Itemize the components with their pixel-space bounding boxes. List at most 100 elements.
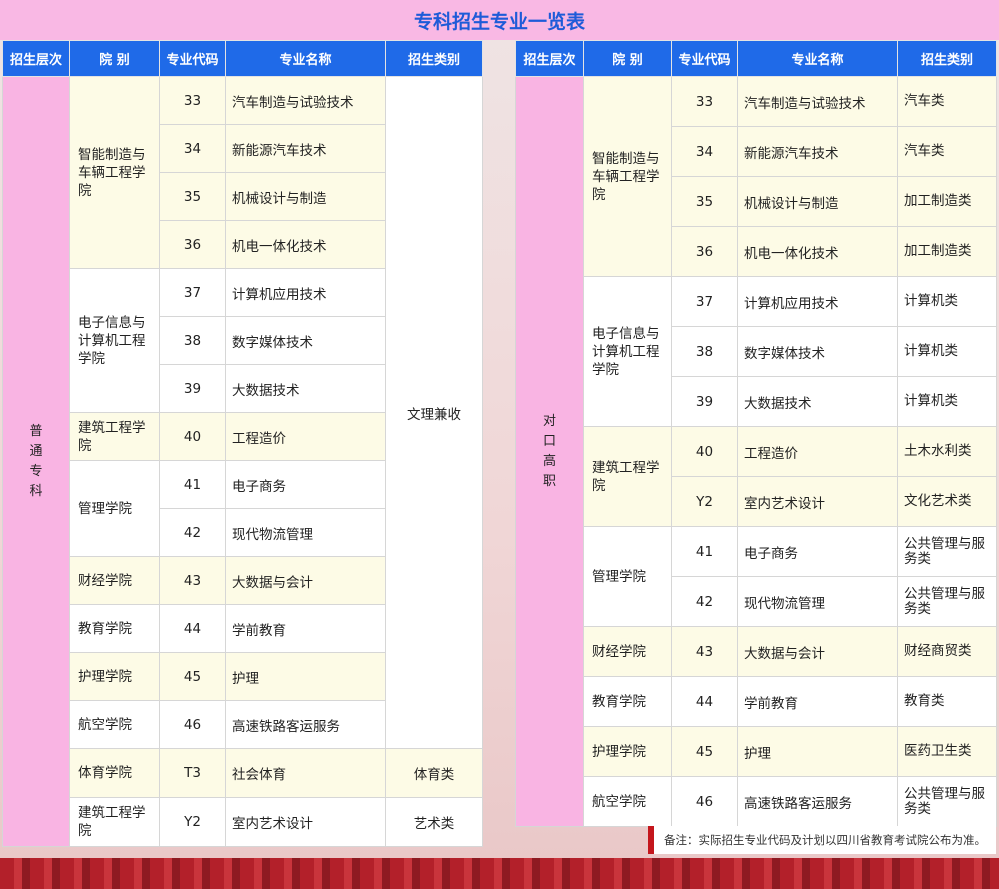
major-name: 护理 (225, 652, 386, 701)
header-category: 招生类别 (385, 40, 483, 77)
footnote: 备注：实际招生专业代码及计划以四川省教育考试院公布为准。 (648, 826, 996, 854)
major-code: 35 (159, 172, 226, 221)
major-code: 43 (159, 556, 226, 605)
major-name: 数字媒体技术 (737, 326, 898, 377)
category-cell: 计算机类 (897, 376, 997, 427)
major-name: 学前教育 (737, 676, 898, 727)
major-code: 42 (671, 576, 738, 627)
major-code: 36 (671, 226, 738, 277)
header-college: 院 别 (69, 40, 160, 77)
major-code: 35 (671, 176, 738, 227)
major-code: 37 (671, 276, 738, 327)
college-cell: 建筑工程学院 (69, 412, 160, 461)
college-cell: 电子信息与计算机工程学院 (583, 276, 672, 427)
category-cell: 文理兼收 (385, 76, 483, 749)
major-name: 电子商务 (737, 526, 898, 577)
college-cell: 财经学院 (583, 626, 672, 677)
major-name: 新能源汽车技术 (737, 126, 898, 177)
table-row: 建筑工程学院 40 工程造价 土木水利类 (516, 426, 997, 527)
vocational-table: 招生层次 院 别 专业代码 专业名称 招生类别 对口高职 智能制造与车辆工程学院… (515, 40, 997, 827)
major-name: 大数据技术 (225, 364, 386, 413)
major-name: 工程造价 (225, 412, 386, 461)
header-major: 专业名称 (225, 40, 386, 77)
general-college-table: 招生层次 院 别 专业代码 专业名称 招生类别 普通专科 智能制造与车辆工程学院… (2, 40, 483, 847)
level-cell: 对口高职 (515, 76, 584, 827)
table-row: 管理学院 41 电子商务 公共管理与服务类 (516, 526, 997, 627)
major-code: 34 (159, 124, 226, 173)
table-row: 体育学院 T3 社会体育 体育类 (3, 748, 483, 798)
major-name: 机械设计与制造 (225, 172, 386, 221)
title-bar: 专科招生专业一览表 (0, 0, 999, 40)
major-name: 计算机应用技术 (737, 276, 898, 327)
header-code: 专业代码 (671, 40, 738, 77)
category-cell: 加工制造类 (897, 226, 997, 277)
table-row: 建筑工程学院 Y2 室内艺术设计 艺术类 (3, 797, 483, 847)
table-row: 航空学院 46 高速铁路客运服务 公共管理与服务类 (516, 776, 997, 827)
major-name: 大数据技术 (737, 376, 898, 427)
college-cell: 护理学院 (69, 652, 160, 701)
category-cell: 医药卫生类 (897, 726, 997, 777)
college-cell: 智能制造与车辆工程学院 (69, 76, 160, 269)
major-name: 护理 (737, 726, 898, 777)
header-category: 招生类别 (897, 40, 997, 77)
major-code: 38 (159, 316, 226, 365)
table-row: 教育学院 44 学前教育 教育类 (516, 676, 997, 727)
category-cell: 公共管理与服务类 (897, 526, 997, 577)
major-name: 电子商务 (225, 460, 386, 509)
category-cell: 计算机类 (897, 276, 997, 327)
college-cell: 建筑工程学院 (69, 797, 160, 847)
major-code: 44 (671, 676, 738, 727)
table-row: 财经学院 43 大数据与会计 财经商贸类 (516, 626, 997, 677)
major-code: 33 (671, 76, 738, 127)
major-code: 39 (159, 364, 226, 413)
college-cell: 电子信息与计算机工程学院 (69, 268, 160, 413)
major-code: Y2 (671, 476, 738, 527)
major-name: 室内艺术设计 (225, 797, 386, 847)
college-cell: 体育学院 (69, 748, 160, 798)
table-row: 电子信息与计算机工程学院 37 计算机应用技术 计算机类 (516, 276, 997, 427)
header-level: 招生层次 (2, 40, 70, 77)
category-cell: 教育类 (897, 676, 997, 727)
college-cell: 智能制造与车辆工程学院 (583, 76, 672, 277)
major-code: 36 (159, 220, 226, 269)
category-cell: 计算机类 (897, 326, 997, 377)
major-name: 室内艺术设计 (737, 476, 898, 527)
table-header-row: 招生层次 院 别 专业代码 专业名称 招生类别 (515, 40, 997, 77)
major-name: 大数据与会计 (737, 626, 898, 677)
major-code: 45 (159, 652, 226, 701)
major-code: T3 (159, 748, 226, 798)
major-name: 机械设计与制造 (737, 176, 898, 227)
major-code: 43 (671, 626, 738, 677)
page-title: 专科招生专业一览表 (413, 10, 585, 33)
category-cell: 土木水利类 (897, 426, 997, 477)
major-name: 汽车制造与试验技术 (225, 76, 386, 125)
category-cell: 艺术类 (385, 797, 483, 847)
college-cell: 建筑工程学院 (583, 426, 672, 527)
major-code: 42 (159, 508, 226, 557)
major-name: 机电一体化技术 (225, 220, 386, 269)
table-header-row: 招生层次 院 别 专业代码 专业名称 招生类别 (2, 40, 483, 77)
major-name: 学前教育 (225, 604, 386, 653)
major-code: 46 (671, 776, 738, 827)
major-code: 38 (671, 326, 738, 377)
major-name: 新能源汽车技术 (225, 124, 386, 173)
major-code: 40 (671, 426, 738, 477)
major-code: 46 (159, 700, 226, 749)
major-name: 现代物流管理 (737, 576, 898, 627)
college-cell: 护理学院 (583, 726, 672, 777)
table-row: 普通专科 智能制造与车辆工程学院 33 汽车制造与试验技术 文理兼收 (2, 76, 483, 847)
major-name: 现代物流管理 (225, 508, 386, 557)
footnote-text: 备注：实际招生专业代码及计划以四川省教育考试院公布为准。 (664, 833, 986, 847)
header-level: 招生层次 (515, 40, 584, 77)
header-major: 专业名称 (737, 40, 898, 77)
major-name: 高速铁路客运服务 (737, 776, 898, 827)
category-cell: 财经商贸类 (897, 626, 997, 677)
major-code: 39 (671, 376, 738, 427)
major-name: 社会体育 (225, 748, 386, 798)
header-code: 专业代码 (159, 40, 226, 77)
category-cell: 加工制造类 (897, 176, 997, 227)
major-name: 工程造价 (737, 426, 898, 477)
category-cell: 公共管理与服务类 (897, 576, 997, 627)
college-cell: 管理学院 (583, 526, 672, 627)
college-cell: 航空学院 (69, 700, 160, 749)
